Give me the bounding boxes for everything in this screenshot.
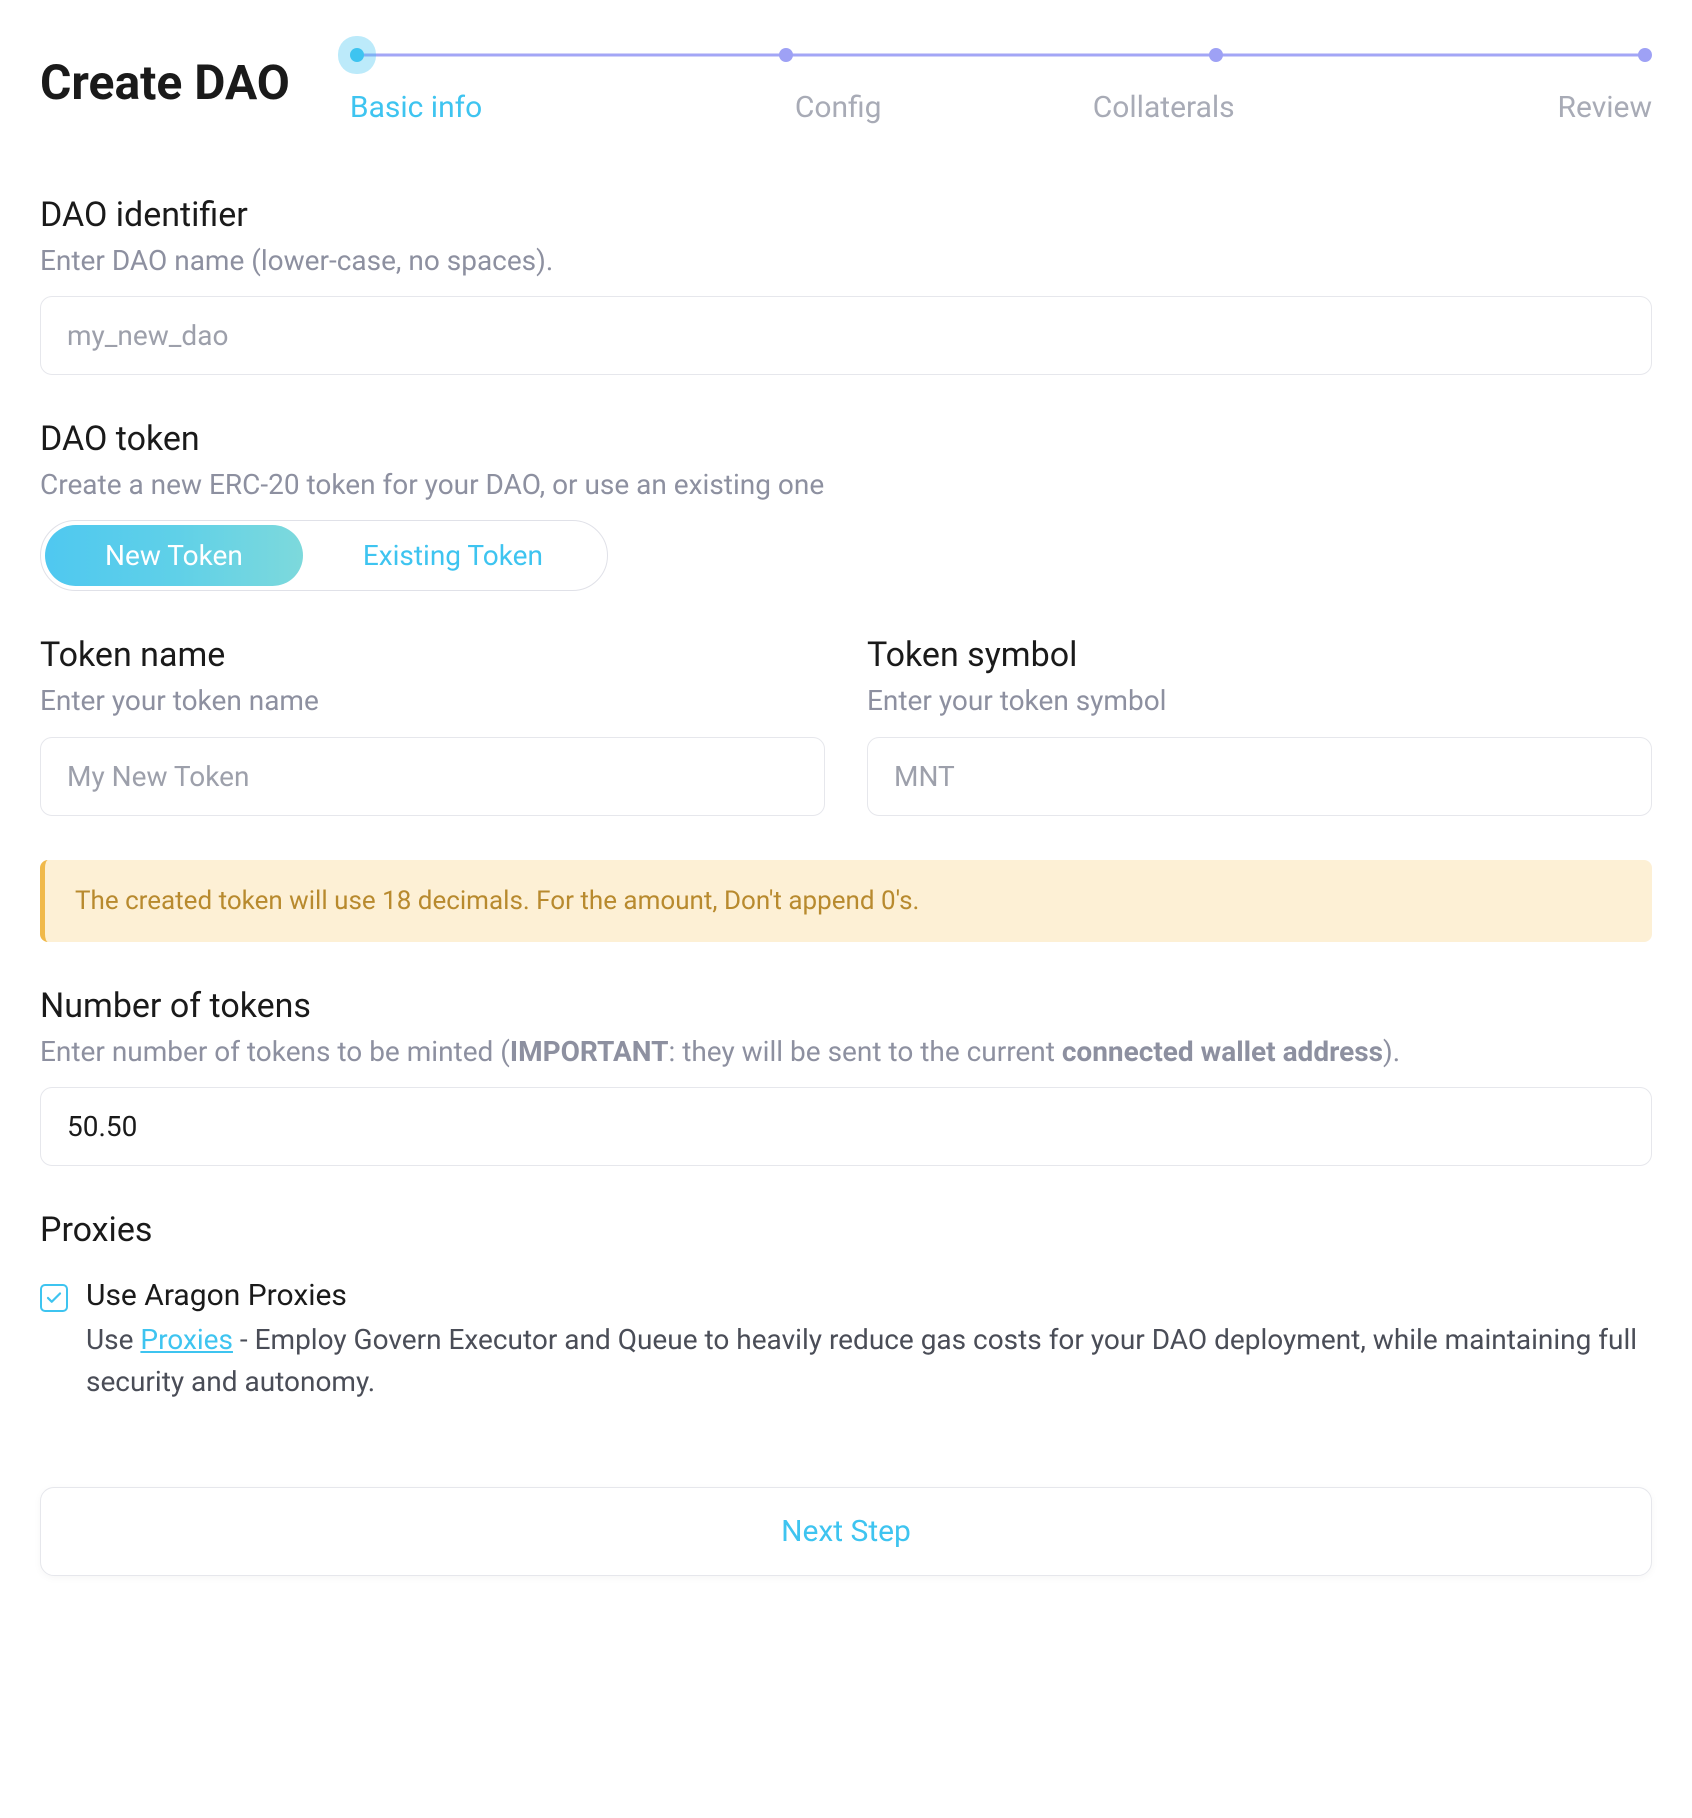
next-step-button[interactable]: Next Step [40, 1487, 1652, 1576]
token-name-input[interactable] [40, 737, 825, 816]
dao-identifier-title: DAO identifier [40, 195, 1652, 235]
stepper-dot-basic-info[interactable] [350, 48, 364, 62]
dao-identifier-subtitle: Enter DAO name (lower-case, no spaces). [40, 241, 1652, 280]
token-symbol-subtitle: Enter your token symbol [867, 681, 1652, 720]
section-token-symbol: Token symbol Enter your token symbol [867, 635, 1652, 815]
use-proxies-checkbox[interactable] [40, 1284, 68, 1312]
stepper-dot-config[interactable] [779, 48, 793, 62]
proxies-title: Proxies [40, 1210, 1652, 1250]
number-of-tokens-title: Number of tokens [40, 986, 1652, 1026]
section-dao-token: DAO token Create a new ERC-20 token for … [40, 419, 1652, 591]
use-proxies-description: Use Proxies - Employ Govern Executor and… [86, 1319, 1652, 1403]
stepper-line [362, 54, 1640, 57]
token-name-title: Token name [40, 635, 825, 675]
stepper-label-config[interactable]: Config [675, 90, 1001, 125]
decimals-info-banner: The created token will use 18 decimals. … [40, 860, 1652, 942]
dao-identifier-input[interactable] [40, 296, 1652, 375]
num-tokens-sub-suffix: ). [1383, 1035, 1400, 1068]
section-number-of-tokens: Number of tokens Enter number of tokens … [40, 986, 1652, 1166]
proxies-desc-prefix: Use [86, 1323, 140, 1356]
proxies-desc-suffix: - Employ Govern Executor and Queue to he… [86, 1323, 1637, 1398]
dao-token-subtitle: Create a new ERC-20 token for your DAO, … [40, 465, 1652, 504]
dao-token-title: DAO token [40, 419, 1652, 459]
section-proxies: Proxies Use Aragon Proxies Use Proxies -… [40, 1210, 1652, 1403]
stepper-label-review[interactable]: Review [1326, 90, 1652, 125]
stepper: Basic info Config Collaterals Review [350, 40, 1652, 125]
number-of-tokens-input[interactable] [40, 1087, 1652, 1166]
num-tokens-sub-prefix: Enter number of tokens to be minted ( [40, 1035, 510, 1068]
stepper-label-basic-info[interactable]: Basic info [350, 90, 676, 125]
token-toggle-group: New Token Existing Token [40, 520, 608, 591]
stepper-dot-collaterals[interactable] [1209, 48, 1223, 62]
section-dao-identifier: DAO identifier Enter DAO name (lower-cas… [40, 195, 1652, 375]
num-tokens-sub-mid: : they will be sent to the current [668, 1035, 1061, 1068]
token-name-subtitle: Enter your token name [40, 681, 825, 720]
check-icon [45, 1289, 63, 1307]
num-tokens-sub-wallet: connected wallet address [1062, 1035, 1383, 1068]
existing-token-button[interactable]: Existing Token [303, 525, 603, 586]
number-of-tokens-subtitle: Enter number of tokens to be minted (IMP… [40, 1032, 1652, 1071]
page-title: Create DAO [40, 54, 290, 111]
num-tokens-sub-important: IMPORTANT [510, 1035, 669, 1068]
new-token-button[interactable]: New Token [45, 525, 303, 586]
use-proxies-label: Use Aragon Proxies [86, 1278, 1652, 1313]
token-symbol-title: Token symbol [867, 635, 1652, 675]
stepper-dot-review[interactable] [1638, 48, 1652, 62]
proxies-link[interactable]: Proxies [140, 1323, 233, 1356]
stepper-label-collaterals[interactable]: Collaterals [1001, 90, 1327, 125]
token-symbol-input[interactable] [867, 737, 1652, 816]
section-token-name: Token name Enter your token name [40, 635, 825, 815]
